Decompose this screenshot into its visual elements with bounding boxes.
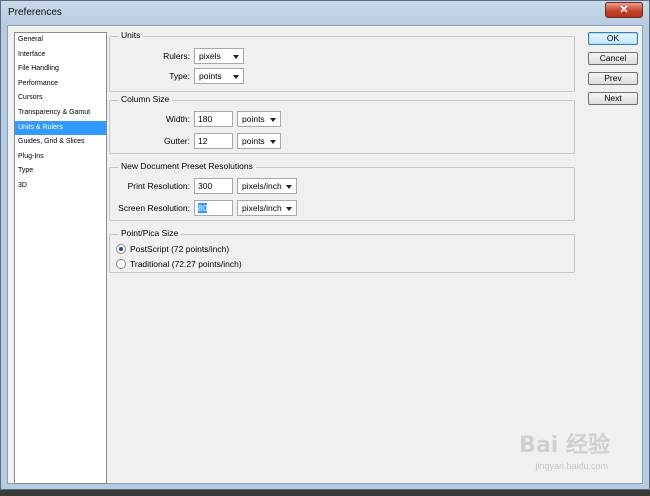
- screen-resolution-unit-dropdown[interactable]: pixels/inch: [237, 200, 297, 216]
- ok-button[interactable]: OK: [588, 32, 638, 45]
- watermark-url: jingyan.baidu.com: [535, 461, 608, 471]
- preset-resolutions-group-title: New Document Preset Resolutions: [118, 161, 256, 171]
- sidebar-item-units-rulers[interactable]: Units & Rulers: [15, 120, 106, 136]
- postscript-label: PostScript (72 points/inch): [130, 244, 230, 254]
- rulers-value: pixels: [199, 51, 221, 61]
- column-size-group: Column Size Width: 180 points Gutter: 12…: [109, 94, 575, 154]
- sidebar-item-general[interactable]: General: [15, 33, 106, 48]
- sidebar-item-guides-grid-slices[interactable]: Guides, Grid & Slices: [15, 135, 106, 150]
- chevron-down-icon: [286, 185, 292, 189]
- traditional-radio[interactable]: [116, 259, 126, 269]
- watermark-logo: Bai 经验: [519, 433, 610, 458]
- width-input[interactable]: 180: [194, 111, 233, 127]
- sidebar-item-file-handling[interactable]: File Handling: [15, 62, 106, 77]
- traditional-label: Traditional (72.27 points/inch): [130, 259, 242, 269]
- screen-resolution-unit: pixels/inch: [242, 203, 282, 213]
- close-icon[interactable]: ✕: [605, 2, 643, 18]
- preset-resolutions-group: New Document Preset Resolutions Print Re…: [109, 161, 575, 221]
- units-group-title: Units: [118, 30, 144, 40]
- dialog-title: Preferences: [8, 7, 62, 18]
- sidebar-item-cursors[interactable]: Cursors: [15, 91, 106, 106]
- sidebar-item-transparency-gamut[interactable]: Transparency & Gamut: [15, 106, 106, 121]
- postscript-radio-option[interactable]: PostScript (72 points/inch): [116, 243, 229, 255]
- point-pica-group: Point/Pica Size PostScript (72 points/in…: [109, 228, 575, 273]
- column-size-group-title: Column Size: [118, 94, 173, 104]
- gutter-label: Gutter:: [164, 136, 190, 146]
- gutter-value: 12: [198, 136, 208, 146]
- next-button[interactable]: Next: [588, 92, 638, 105]
- cancel-button[interactable]: Cancel: [588, 52, 638, 65]
- chevron-down-icon: [286, 207, 292, 211]
- chevron-down-icon: [233, 75, 239, 79]
- print-resolution-unit: pixels/inch: [242, 181, 282, 191]
- chevron-down-icon: [233, 55, 239, 59]
- rulers-dropdown[interactable]: pixels: [194, 48, 244, 64]
- screen-resolution-label: Screen Resolution:: [118, 203, 190, 213]
- traditional-radio-option[interactable]: Traditional (72.27 points/inch): [116, 258, 242, 270]
- preferences-dialog: Preferences ✕ General Interface File Han…: [0, 0, 650, 490]
- width-unit-dropdown[interactable]: points: [237, 111, 281, 127]
- width-label: Width:: [165, 114, 190, 124]
- sidebar-item-type[interactable]: Type: [15, 164, 106, 179]
- print-resolution-value: 300: [198, 181, 213, 191]
- rulers-label: Rulers:: [163, 51, 190, 61]
- gutter-unit-dropdown[interactable]: points: [237, 133, 281, 149]
- gutter-unit-value: points: [242, 136, 265, 146]
- units-group: Units Rulers: pixels Type: points: [109, 30, 575, 92]
- sidebar-item-interface[interactable]: Interface: [15, 48, 106, 63]
- type-units-dropdown[interactable]: points: [194, 68, 244, 84]
- screen-resolution-value: 80: [198, 203, 208, 213]
- print-resolution-label: Print Resolution:: [127, 181, 190, 191]
- sidebar-item-plug-ins[interactable]: Plug-Ins: [15, 150, 106, 165]
- screen-resolution-input[interactable]: 80: [194, 200, 233, 216]
- dialog-body: General Interface File Handling Performa…: [7, 25, 643, 484]
- print-resolution-input[interactable]: 300: [194, 178, 233, 194]
- category-list[interactable]: General Interface File Handling Performa…: [14, 32, 107, 484]
- type-units-value: points: [199, 71, 222, 81]
- chevron-down-icon: [270, 140, 276, 144]
- width-unit-value: points: [242, 114, 265, 124]
- gutter-input[interactable]: 12: [194, 133, 233, 149]
- chevron-down-icon: [270, 118, 276, 122]
- type-label: Type:: [169, 71, 190, 81]
- title-bar: Preferences ✕: [1, 1, 649, 25]
- prev-button[interactable]: Prev: [588, 72, 638, 85]
- sidebar-item-3d[interactable]: 3D: [15, 179, 106, 194]
- postscript-radio[interactable]: [116, 244, 126, 254]
- print-resolution-unit-dropdown[interactable]: pixels/inch: [237, 178, 297, 194]
- sidebar-item-performance[interactable]: Performance: [15, 77, 106, 92]
- point-pica-group-title: Point/Pica Size: [118, 228, 182, 238]
- width-value: 180: [198, 114, 213, 124]
